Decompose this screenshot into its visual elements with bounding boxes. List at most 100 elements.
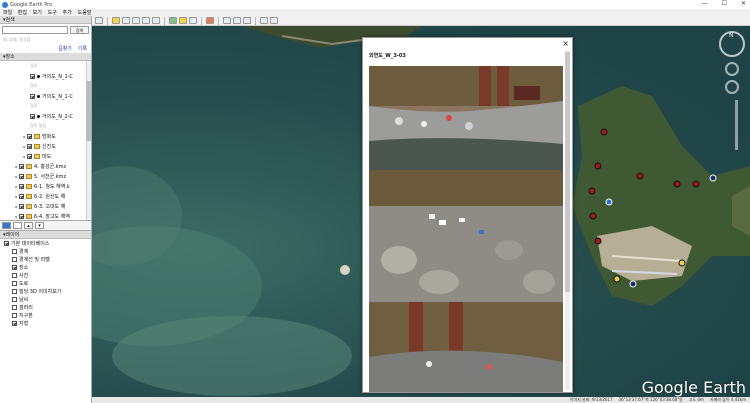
path-icon[interactable] bbox=[132, 17, 140, 24]
layer-item[interactable]: 빌딩 3D 이미지보기 bbox=[0, 287, 91, 295]
places-item[interactable]: 거의도_N_1-C bbox=[0, 71, 91, 81]
maximize-icon[interactable]: ☐ bbox=[722, 0, 727, 7]
places-item[interactable]: ▸ 6-3. 고대도 해 bbox=[0, 201, 91, 211]
layer-checkbox[interactable] bbox=[12, 296, 17, 302]
view-places-icon[interactable] bbox=[13, 222, 22, 229]
close-icon[interactable]: × bbox=[562, 39, 569, 48]
visibility-checkbox[interactable] bbox=[27, 133, 32, 139]
menu-add[interactable]: 추가(A) bbox=[63, 9, 74, 22]
places-item-label: 4. 홍성군.kmz bbox=[34, 163, 67, 170]
layer-checkbox[interactable] bbox=[12, 264, 17, 270]
visibility-checkbox[interactable] bbox=[30, 73, 35, 79]
places-item[interactable]: ▸ 마도 bbox=[0, 151, 91, 161]
folder-icon bbox=[34, 153, 40, 159]
places-item[interactable]: ▸ 6-4. 장고도 해역 bbox=[0, 211, 91, 220]
compass-control[interactable]: N bbox=[719, 31, 745, 57]
layer-item[interactable]: 경계선 및 라벨 bbox=[0, 255, 91, 263]
close-icon[interactable]: ✕ bbox=[741, 0, 746, 7]
layer-checkbox[interactable] bbox=[12, 248, 17, 254]
toolbar bbox=[92, 16, 750, 26]
minimize-icon[interactable]: — bbox=[702, 0, 708, 7]
menu-view[interactable]: 보기(V) bbox=[33, 9, 44, 22]
print-icon[interactable] bbox=[233, 17, 241, 24]
tour-icon[interactable] bbox=[270, 17, 278, 24]
look-control[interactable] bbox=[725, 62, 739, 76]
places-item[interactable]: 경로 bbox=[0, 61, 91, 71]
search-hint: 예: 호텔, 음식점 bbox=[3, 37, 31, 42]
layer-item-label: 갤러리 bbox=[19, 304, 33, 311]
historical-imagery-icon[interactable] bbox=[169, 17, 177, 24]
layer-item[interactable]: 도로 bbox=[0, 279, 91, 287]
menu-file[interactable]: 파일(F) bbox=[3, 9, 14, 22]
layer-item[interactable]: 사진 bbox=[0, 271, 91, 279]
search-section-header[interactable]: ▾검색 bbox=[0, 16, 91, 24]
places-item-label: 경로 bbox=[30, 83, 38, 88]
layer-item[interactable]: 장소 bbox=[0, 263, 91, 271]
places-item[interactable]: ▸ 6-2. 원산도 해 bbox=[0, 191, 91, 201]
places-item[interactable]: ▸ 신진도 bbox=[0, 141, 91, 151]
places-item[interactable]: ▸ 4. 홍성군.kmz bbox=[0, 161, 91, 171]
visibility-checkbox[interactable] bbox=[19, 183, 24, 189]
sidebar-toggle-icon[interactable] bbox=[95, 17, 103, 24]
layer-checkbox[interactable] bbox=[12, 272, 17, 278]
layer-checkbox[interactable] bbox=[4, 240, 9, 246]
menu-tools[interactable]: 도구(T) bbox=[48, 9, 59, 22]
visibility-checkbox[interactable] bbox=[19, 163, 24, 169]
layer-item[interactable]: 지구본 bbox=[0, 311, 91, 319]
search-button[interactable]: 검색 bbox=[70, 26, 89, 34]
move-up-icon[interactable]: ▴ bbox=[24, 222, 33, 229]
places-item[interactable]: ▸ 6-1. 월도 해역.k bbox=[0, 181, 91, 191]
move-control[interactable] bbox=[725, 80, 739, 94]
layer-checkbox[interactable] bbox=[12, 288, 17, 294]
search-input[interactable] bbox=[2, 26, 68, 34]
places-scrollbar-thumb[interactable] bbox=[86, 81, 91, 141]
places-section-header[interactable]: ▾장소 bbox=[0, 53, 91, 61]
places-item[interactable]: 거의도_N_1-C bbox=[0, 91, 91, 101]
overlay-icon[interactable] bbox=[142, 17, 150, 24]
layer-checkbox[interactable] bbox=[12, 312, 17, 318]
layer-checkbox[interactable] bbox=[12, 256, 17, 262]
places-item[interactable]: 경로 bbox=[0, 81, 91, 91]
visibility-checkbox[interactable] bbox=[27, 143, 32, 149]
layer-item[interactable]: 갤러리 bbox=[0, 303, 91, 311]
visibility-checkbox[interactable] bbox=[30, 93, 35, 99]
balloon-scrollbar-thumb[interactable] bbox=[565, 52, 570, 292]
zoom-slider[interactable] bbox=[735, 100, 738, 150]
visibility-checkbox[interactable] bbox=[30, 113, 35, 119]
layer-item[interactable]: 날씨 bbox=[0, 295, 91, 303]
search-places-icon[interactable] bbox=[2, 222, 11, 229]
layer-item[interactable]: 지형 bbox=[0, 319, 91, 327]
directions-link[interactable]: 길찾기 bbox=[58, 45, 72, 52]
placemark-icon[interactable] bbox=[112, 17, 120, 24]
visibility-checkbox[interactable] bbox=[19, 203, 24, 209]
visibility-checkbox[interactable] bbox=[19, 173, 24, 179]
places-item[interactable]: ▸ 5. 서천군.kmz bbox=[0, 171, 91, 181]
save-image-icon[interactable] bbox=[243, 17, 251, 24]
history-link[interactable]: 기록 bbox=[78, 45, 87, 52]
record-tour-icon[interactable] bbox=[152, 17, 160, 24]
layer-item[interactable]: 기본 데이터베이스 bbox=[0, 239, 91, 247]
ruler-icon[interactable] bbox=[206, 17, 214, 24]
visibility-checkbox[interactable] bbox=[19, 213, 24, 219]
move-down-icon[interactable]: ▾ bbox=[35, 222, 44, 229]
layer-item[interactable]: 경계 bbox=[0, 247, 91, 255]
planets-icon[interactable] bbox=[189, 17, 197, 24]
menu-help[interactable]: 도움말(H) bbox=[78, 9, 92, 22]
layer-checkbox[interactable] bbox=[12, 320, 17, 326]
layer-checkbox[interactable] bbox=[12, 280, 17, 286]
email-icon[interactable] bbox=[223, 17, 231, 24]
folder-icon bbox=[26, 173, 32, 179]
folder-icon bbox=[26, 183, 32, 189]
places-item[interactable]: 경로 bbox=[0, 101, 91, 111]
layer-checkbox[interactable] bbox=[12, 304, 17, 310]
visibility-checkbox[interactable] bbox=[27, 153, 32, 159]
visibility-checkbox[interactable] bbox=[19, 193, 24, 199]
layers-section-header[interactable]: ▾레이어 bbox=[0, 231, 91, 239]
polygon-icon[interactable] bbox=[122, 17, 130, 24]
places-item[interactable]: ▸ 방화도 bbox=[0, 131, 91, 141]
sunlight-icon[interactable] bbox=[179, 17, 187, 24]
places-item[interactable]: 경로 설정 bbox=[0, 121, 91, 131]
view-in-maps-icon[interactable] bbox=[260, 17, 268, 24]
menu-edit[interactable]: 편집(E) bbox=[18, 9, 29, 22]
places-item[interactable]: 거의도_N_2-C bbox=[0, 111, 91, 121]
